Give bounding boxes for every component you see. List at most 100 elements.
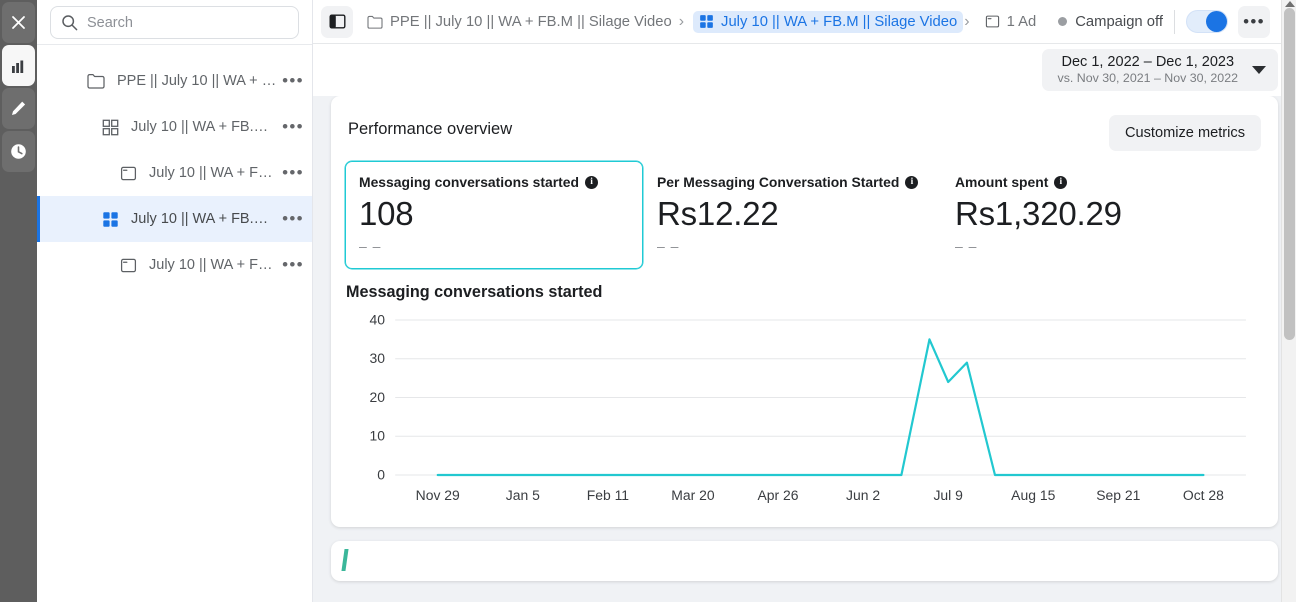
tree-item-label: July 10 || WA + FB.M || Si... (131, 119, 278, 135)
tree-item-menu-button[interactable]: ••• (278, 71, 308, 91)
pencil-icon-button[interactable] (2, 88, 35, 129)
status-label: Campaign off (1075, 13, 1163, 30)
tree-item-menu-button[interactable]: ••• (278, 209, 308, 229)
folder-icon (85, 70, 107, 92)
more-options-button[interactable]: ••• (1237, 5, 1270, 38)
metric-label: Amount spent (955, 174, 1049, 190)
tree-item-menu-button[interactable]: ••• (278, 255, 308, 275)
customize-metrics-button[interactable]: Customize metrics (1108, 115, 1261, 151)
metric-label-row: Per Messaging Conversation Started i (657, 174, 927, 190)
tree-item-ad[interactable]: July 10 || WA + FB.M ||... ••• (37, 150, 312, 196)
chart-y-tick: 20 (369, 390, 385, 405)
chart-x-tick: Mar 20 (671, 488, 715, 503)
panel-toggle-button[interactable] (321, 5, 353, 38)
grid-filled-icon (700, 15, 713, 28)
chart-x-tick: Jul 9 (933, 488, 962, 503)
chart-x-tick: Apr 26 (758, 488, 799, 503)
ad-card-icon (117, 254, 139, 276)
toggle-knob (1205, 11, 1227, 32)
breadcrumb-separator: › (964, 12, 970, 30)
clock-icon-button[interactable] (2, 131, 35, 172)
tree-item-menu-button[interactable]: ••• (278, 117, 308, 137)
info-icon[interactable]: i (585, 175, 599, 189)
tree-item-label: PPE || July 10 || WA + FB.M ... (117, 73, 278, 89)
tree-item-label: July 10 || WA + FB.M || Si... (131, 211, 278, 227)
metric-card-per-messaging-conversation-started[interactable]: Per Messaging Conversation Started i Rs1… (643, 161, 941, 269)
metric-delta: – – (359, 238, 382, 255)
ad-card-icon (117, 162, 139, 184)
campaign-status: Campaign off (1058, 14, 1163, 30)
toolbar-divider (1173, 9, 1175, 34)
tree-item-campaign[interactable]: PPE || July 10 || WA + FB.M ... ••• (37, 58, 312, 104)
metric-label-row: Messaging conversations started i (359, 174, 629, 190)
chart-x-tick: Feb 11 (587, 488, 629, 503)
search-input[interactable] (87, 14, 288, 31)
chart-x-tick: Oct 28 (1183, 488, 1224, 503)
chart-y-tick: 0 (377, 468, 385, 483)
breadcrumb-label: PPE || July 10 || WA + FB.M || Silage Vi… (390, 13, 672, 30)
chart-icon-button[interactable] (2, 45, 35, 86)
clock-icon (11, 144, 26, 159)
chart-y-tick: 40 (369, 313, 385, 328)
search-bar-container (37, 0, 312, 45)
date-range-primary: Dec 1, 2022 – Dec 1, 2023 (1061, 54, 1235, 70)
tree-item-label: July 10 || WA + FB.M ||... (149, 257, 278, 273)
chart-x-axis-labels: Nov 29 Jan 5 Feb 11 Mar 20 Apr 26 Jun 2 Jul 9 A… (416, 488, 1225, 503)
chart-x-tick: Nov 29 (416, 488, 460, 503)
metric-card-messaging-conversations-started[interactable]: Messaging conversations started i 108 – … (345, 161, 643, 270)
chart-y-tick: 10 (369, 429, 385, 444)
chevron-down-icon (1252, 65, 1266, 74)
info-icon[interactable]: i (1054, 175, 1068, 189)
breadcrumb-ads[interactable]: 1 Ad (979, 11, 1043, 33)
chart-x-tick: Jun 2 (846, 488, 880, 503)
vertical-scrollbar[interactable] (1281, 0, 1296, 602)
metric-label: Messaging conversations started (359, 174, 580, 190)
chart-x-tick: Aug 15 (1011, 488, 1056, 503)
grid-outline-icon (99, 116, 121, 138)
tree-item-ad[interactable]: July 10 || WA + FB.M ||... ••• (37, 242, 312, 288)
chart-series-line (438, 340, 1204, 476)
scrollbar-thumb[interactable] (1284, 8, 1295, 340)
top-toolbar: PPE || July 10 || WA + FB.M || Silage Vi… (313, 0, 1296, 44)
metric-value: Rs1,320.29 (955, 195, 1122, 232)
content-scroll-area[interactable]: Performance overview Customize metrics M… (313, 96, 1296, 602)
metric-card-amount-spent[interactable]: Amount spent i Rs1,320.29 – – (941, 161, 1239, 269)
tree-item-adset[interactable]: July 10 || WA + FB.M || Si... ••• (37, 104, 312, 150)
ad-card-icon (985, 15, 999, 28)
metric-delta: – – (955, 238, 978, 255)
sidebar: PPE || July 10 || WA + FB.M ... ••• July… (37, 0, 313, 602)
pencil-icon (12, 101, 26, 115)
metric-value: 108 (359, 195, 414, 232)
breadcrumb-separator: › (678, 12, 685, 30)
page-title: Performance overview (348, 120, 513, 138)
tree-item-adset-selected[interactable]: July 10 || WA + FB.M || Si... ••• (37, 196, 312, 242)
close-icon-button[interactable] (2, 2, 35, 43)
status-dot-icon (1058, 17, 1068, 26)
chart-y-axis-labels: 0 10 20 30 40 (369, 313, 385, 483)
campaign-toggle-switch[interactable] (1185, 10, 1228, 33)
chart-gridlines (395, 320, 1246, 475)
tree-item-menu-button[interactable]: ••• (278, 163, 308, 183)
icon-rail (0, 0, 37, 602)
chart-icon (11, 60, 23, 73)
performance-overview-card: Performance overview Customize metrics M… (331, 96, 1278, 528)
folder-icon (367, 15, 383, 29)
breadcrumb-adset[interactable]: July 10 || WA + FB.M || Silage Video (693, 10, 964, 33)
chart-title: Messaging conversations started (346, 283, 603, 302)
date-range-picker[interactable]: Dec 1, 2022 – Dec 1, 2023 vs. Nov 30, 20… (1041, 49, 1278, 91)
metric-label-row: Amount spent i (955, 174, 1225, 190)
chart-y-tick: 30 (369, 352, 385, 367)
search-box[interactable] (50, 6, 299, 39)
breadcrumb-label: July 10 || WA + FB.M || Silage Video (721, 13, 958, 30)
search-icon (62, 15, 78, 31)
card-header: Performance overview Customize metrics (331, 115, 1278, 151)
grid-filled-icon (99, 208, 121, 230)
metric-delta: – – (657, 238, 680, 255)
breadcrumb-campaign[interactable]: PPE || July 10 || WA + FB.M || Silage Vi… (361, 11, 678, 33)
scroll-up-arrow-icon[interactable] (1285, 1, 1295, 7)
info-icon[interactable]: i (905, 175, 919, 189)
chart-x-tick: Jan 5 (506, 488, 540, 503)
breadcrumb-label: 1 Ad (1006, 13, 1037, 30)
campaign-tree: PPE || July 10 || WA + FB.M ... ••• July… (37, 45, 312, 288)
chart-x-tick: Sep 21 (1096, 488, 1140, 503)
